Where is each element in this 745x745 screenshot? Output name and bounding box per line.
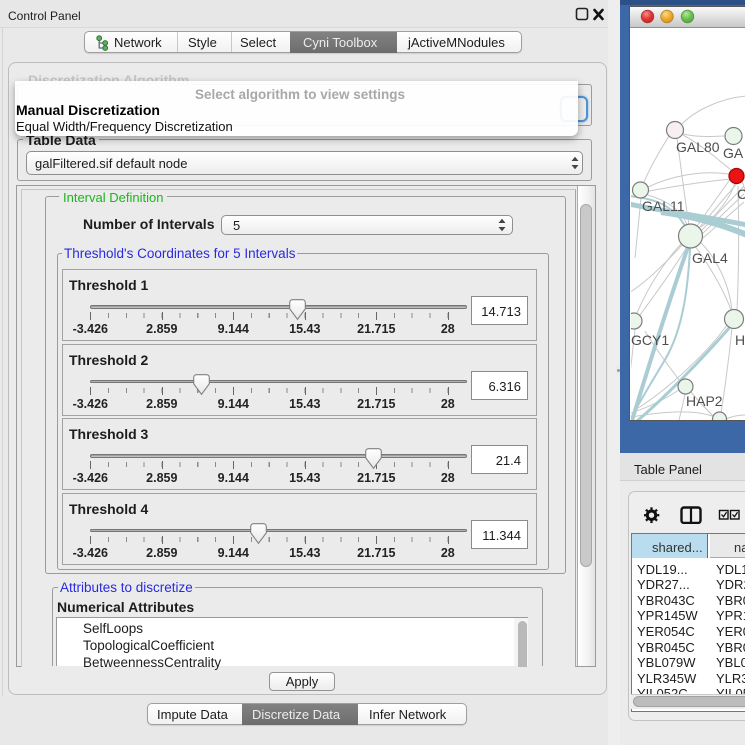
svg-text:GAL80: GAL80 — [676, 139, 720, 155]
svg-text:GAL4: GAL4 — [692, 250, 728, 266]
svg-text:GCY1: GCY1 — [631, 332, 669, 348]
svg-text:HA: HA — [735, 332, 745, 348]
svg-text:C: C — [737, 186, 745, 202]
svg-text:GA: GA — [723, 145, 744, 161]
svg-text:GAL11: GAL11 — [642, 198, 685, 214]
svg-text:HAP2: HAP2 — [686, 393, 723, 409]
